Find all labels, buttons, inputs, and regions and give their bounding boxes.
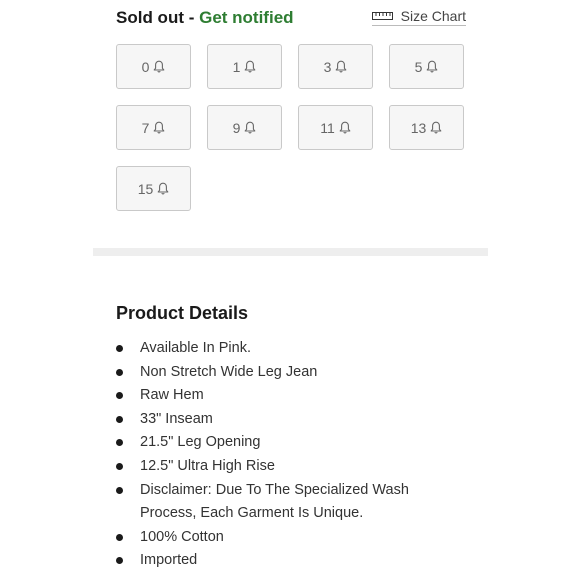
bell-icon xyxy=(245,121,256,134)
bell-icon xyxy=(430,121,442,134)
bullet-icon xyxy=(116,462,123,470)
bell-icon xyxy=(245,60,256,73)
detail-text: Imported xyxy=(140,552,198,569)
size-label: 0 xyxy=(141,58,150,75)
bullet-icon xyxy=(116,415,123,423)
list-item: 12.5" Ultra High Rise xyxy=(116,455,456,479)
stock-status-row: Sold out - Get notified Size Chart xyxy=(116,7,466,29)
list-item: Raw Hem xyxy=(116,384,456,408)
detail-text: Non Stretch Wide Leg Jean xyxy=(140,363,318,380)
list-item: Non Stretch Wide Leg Jean xyxy=(116,361,456,385)
bullet-icon xyxy=(116,368,123,376)
bullet-icon xyxy=(116,392,123,400)
bullet-icon xyxy=(116,533,123,541)
size-option-15[interactable]: 15 xyxy=(116,166,191,211)
list-item: 33" Inseam xyxy=(116,408,456,432)
size-label: 9 xyxy=(232,119,241,136)
detail-text: 12.5" Ultra High Rise xyxy=(140,457,275,474)
detail-text: 21.5" Leg Opening xyxy=(140,434,261,451)
bell-icon xyxy=(336,60,347,73)
detail-text: Available In Pink. xyxy=(140,340,251,356)
size-option-3[interactable]: 3 xyxy=(298,44,373,89)
list-item: 100% Cotton xyxy=(116,526,456,550)
bullet-icon xyxy=(116,345,123,352)
size-option-0[interactable]: 0 xyxy=(116,44,191,89)
sold-out-label: Sold out xyxy=(116,8,184,27)
bell-icon xyxy=(339,121,351,134)
detail-text: 33" Inseam xyxy=(140,410,213,427)
size-chart-label: Size Chart xyxy=(400,8,466,24)
bell-icon xyxy=(427,60,438,73)
product-details-title: Product Details xyxy=(116,303,249,323)
stock-status: Sold out - Get notified xyxy=(116,7,294,29)
bell-icon xyxy=(154,121,165,134)
list-item: Available In Pink. xyxy=(116,337,456,361)
section-divider xyxy=(93,248,488,256)
size-option-1[interactable]: 1 xyxy=(207,44,282,89)
size-label: 11 xyxy=(320,119,335,136)
list-item: 21.5" Leg Opening xyxy=(116,431,456,455)
size-label: 13 xyxy=(410,119,427,136)
bullet-icon xyxy=(116,557,123,565)
get-notified-link[interactable]: Get notified xyxy=(199,8,293,27)
detail-text: Disclaimer: Due To The Specialized Wash … xyxy=(140,481,409,522)
product-details-list: Available In Pink. Non Stretch Wide Leg … xyxy=(116,337,456,573)
size-label: 5 xyxy=(414,58,423,75)
size-option-9[interactable]: 9 xyxy=(207,105,282,150)
status-separator: - xyxy=(183,8,200,27)
bell-icon xyxy=(157,182,169,195)
bell-icon xyxy=(154,60,165,73)
size-label: 15 xyxy=(137,180,154,197)
detail-text: 100% Cotton xyxy=(140,528,224,545)
list-item: Disclaimer: Due To The Specialized Wash … xyxy=(116,479,456,526)
size-option-13[interactable]: 13 xyxy=(389,105,464,150)
size-option-7[interactable]: 7 xyxy=(116,105,191,150)
detail-text: Raw Hem xyxy=(140,387,204,404)
bullet-icon xyxy=(116,439,123,447)
size-label: 3 xyxy=(323,58,332,75)
size-option-11[interactable]: 11 xyxy=(298,105,373,150)
size-chart-link[interactable]: Size Chart xyxy=(371,8,466,26)
bullet-icon xyxy=(116,486,123,494)
size-option-5[interactable]: 5 xyxy=(389,44,464,89)
size-label: 1 xyxy=(232,58,241,75)
ruler-icon xyxy=(371,12,393,20)
list-item: Imported xyxy=(116,549,456,573)
size-label: 7 xyxy=(141,119,150,136)
